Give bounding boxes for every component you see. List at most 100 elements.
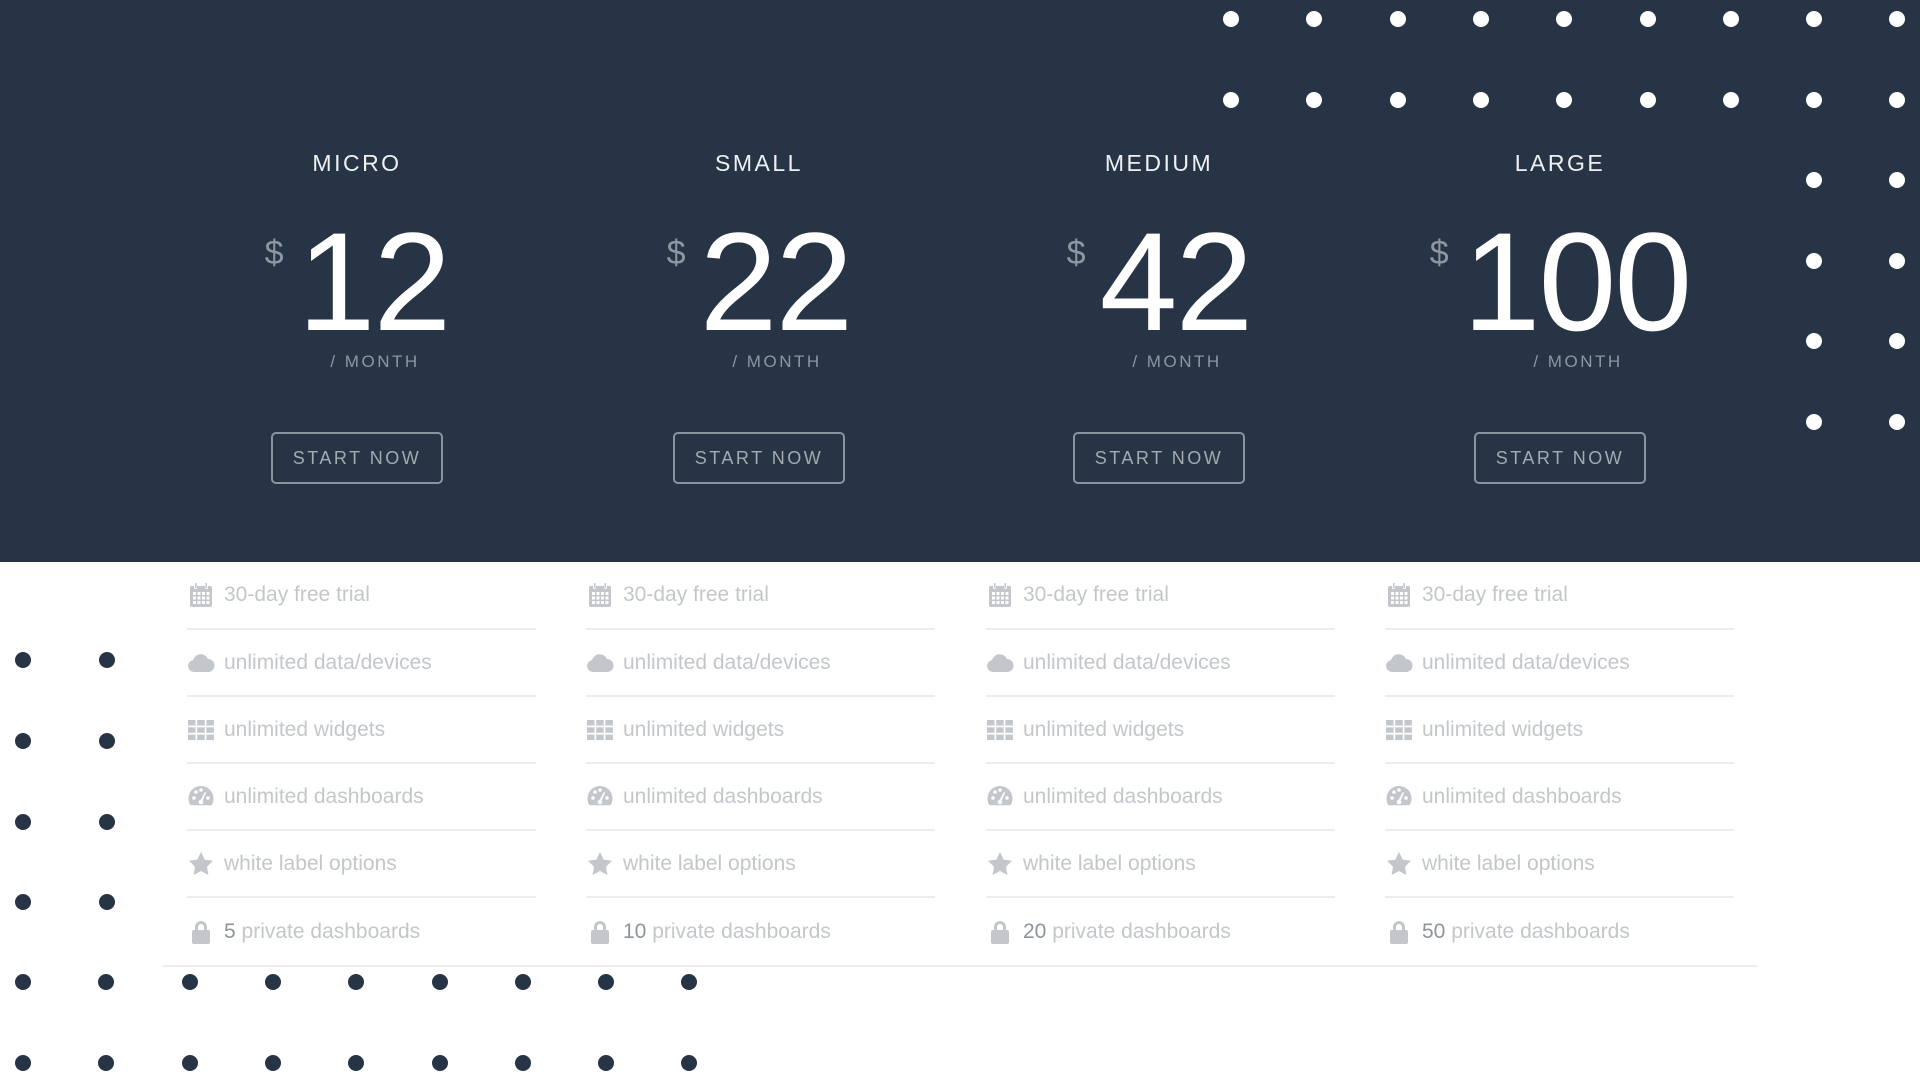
cloud-icon xyxy=(586,649,614,677)
table-bottom-divider xyxy=(163,965,1757,967)
feature-text: unlimited widgets xyxy=(224,717,386,741)
start-now-button-micro[interactable]: START NOW xyxy=(271,432,443,484)
price-amount: 42 xyxy=(1099,203,1254,360)
feature-label: 5 private dashboards xyxy=(224,920,420,944)
decorative-dot xyxy=(15,894,31,910)
feature-text: 30-day free trial xyxy=(224,583,370,606)
feature-label: unlimited dashboards xyxy=(1023,785,1223,809)
cloud-icon xyxy=(986,649,1014,677)
decorative-dot xyxy=(431,1055,448,1071)
decorative-dot xyxy=(99,652,115,668)
start-now-button-small[interactable]: START NOW xyxy=(673,432,845,484)
feature-label: unlimited widgets xyxy=(1023,718,1184,742)
plan-header-medium: MEDIUM $42 / MONTH START NOW xyxy=(959,0,1359,562)
decorative-dot xyxy=(1806,11,1823,27)
star-icon xyxy=(187,850,215,878)
feature-text: unlimited data/devices xyxy=(224,650,432,674)
grid-icon xyxy=(187,716,215,744)
billing-period: / MONTH xyxy=(732,352,822,371)
feature-label: 20 private dashboards xyxy=(1023,920,1231,944)
plan-name: MEDIUM xyxy=(1104,150,1214,176)
price-amount: 100 xyxy=(1462,203,1693,360)
feature-item: 5 private dashboards xyxy=(187,898,536,965)
feature-list-micro: 30-day free trial unlimited data/devices u… xyxy=(187,562,536,965)
start-now-button-large[interactable]: START NOW xyxy=(1474,432,1646,484)
feature-text: 30-day free trial xyxy=(1023,583,1169,606)
feature-label: 30-day free trial xyxy=(224,583,370,607)
feature-item: unlimited dashboards xyxy=(187,764,536,831)
feature-item: unlimited dashboards xyxy=(586,764,935,831)
decorative-dot xyxy=(99,733,115,749)
decorative-dot xyxy=(1889,172,1905,188)
plan-price: $12 xyxy=(157,212,557,352)
calendar-icon xyxy=(187,581,215,609)
feature-item: 30-day free trial xyxy=(586,562,935,630)
feature-label: white label options xyxy=(1422,852,1595,876)
currency-symbol: $ xyxy=(1066,234,1086,272)
currency-symbol: $ xyxy=(666,234,686,272)
feature-text: private dashboards xyxy=(1052,919,1231,943)
decorative-dot xyxy=(598,974,615,990)
price-amount: 12 xyxy=(297,203,452,360)
decorative-dot xyxy=(431,974,448,990)
decorative-dot xyxy=(1806,253,1822,269)
decorative-dot xyxy=(681,974,698,990)
feature-text: 30-day free trial xyxy=(623,583,769,606)
decorative-dot xyxy=(15,733,31,749)
feature-text: white label options xyxy=(1023,851,1196,875)
feature-item: unlimited data/devices xyxy=(187,630,536,697)
feature-text: unlimited widgets xyxy=(623,717,785,741)
plan-price: $22 xyxy=(559,212,959,352)
cloud-icon xyxy=(187,649,215,677)
billing-period: / MONTH xyxy=(1132,352,1222,371)
dashboard-gauge-icon xyxy=(586,783,614,811)
feature-list-small: 30-day free trial unlimited data/devices u… xyxy=(586,562,935,965)
decorative-dot xyxy=(598,1055,615,1071)
feature-item: unlimited dashboards xyxy=(986,764,1335,831)
dashboard-gauge-icon xyxy=(986,783,1014,811)
feature-item: unlimited data/devices xyxy=(986,630,1335,697)
feature-text: white label options xyxy=(1422,851,1595,875)
start-now-button-medium[interactable]: START NOW xyxy=(1073,432,1245,484)
decorative-dot xyxy=(15,1055,31,1071)
feature-text: unlimited dashboards xyxy=(623,784,823,808)
decorative-dot xyxy=(348,1055,365,1071)
decorative-dot xyxy=(98,974,115,990)
billing-period: / MONTH xyxy=(1533,352,1623,371)
calendar-icon xyxy=(586,581,614,609)
feature-item: unlimited data/devices xyxy=(1385,630,1734,697)
decorative-dot xyxy=(98,1055,115,1071)
decorative-dot xyxy=(1889,253,1905,269)
plan-name: MICRO xyxy=(312,150,402,176)
feature-label: unlimited widgets xyxy=(1422,718,1583,742)
feature-label: unlimited data/devices xyxy=(1422,651,1630,675)
plan-header-small: SMALL $22 / MONTH START NOW xyxy=(559,0,959,562)
feature-text: 30-day free trial xyxy=(1422,583,1568,606)
feature-text: unlimited dashboards xyxy=(1023,784,1223,808)
feature-text: private dashboards xyxy=(241,919,421,943)
feature-text: unlimited widgets xyxy=(1023,717,1185,741)
grid-icon xyxy=(986,716,1014,744)
lock-icon xyxy=(586,918,614,946)
feature-label: unlimited dashboards xyxy=(1422,785,1622,809)
feature-text: unlimited dashboards xyxy=(1422,784,1622,808)
feature-text: private dashboards xyxy=(1451,919,1630,943)
grid-icon xyxy=(586,716,614,744)
calendar-icon xyxy=(986,581,1014,609)
decorative-dot xyxy=(1806,172,1822,188)
feature-count: 20 xyxy=(1023,919,1047,943)
price-amount: 22 xyxy=(699,203,854,360)
feature-count: 50 xyxy=(1422,919,1446,943)
feature-label: 30-day free trial xyxy=(1422,583,1568,607)
plan-header-large: LARGE $100 / MONTH START NOW xyxy=(1360,0,1760,562)
feature-item: 50 private dashboards xyxy=(1385,898,1734,965)
decorative-dot xyxy=(15,652,31,668)
decorative-dot xyxy=(348,974,365,990)
decorative-dot xyxy=(15,974,31,990)
decorative-dot xyxy=(1889,414,1905,430)
cloud-icon xyxy=(1385,649,1413,677)
plan-price: $100 xyxy=(1360,212,1760,352)
feature-label: unlimited widgets xyxy=(224,718,385,742)
feature-text: unlimited data/devices xyxy=(1422,650,1630,674)
feature-item: white label options xyxy=(1385,831,1734,898)
